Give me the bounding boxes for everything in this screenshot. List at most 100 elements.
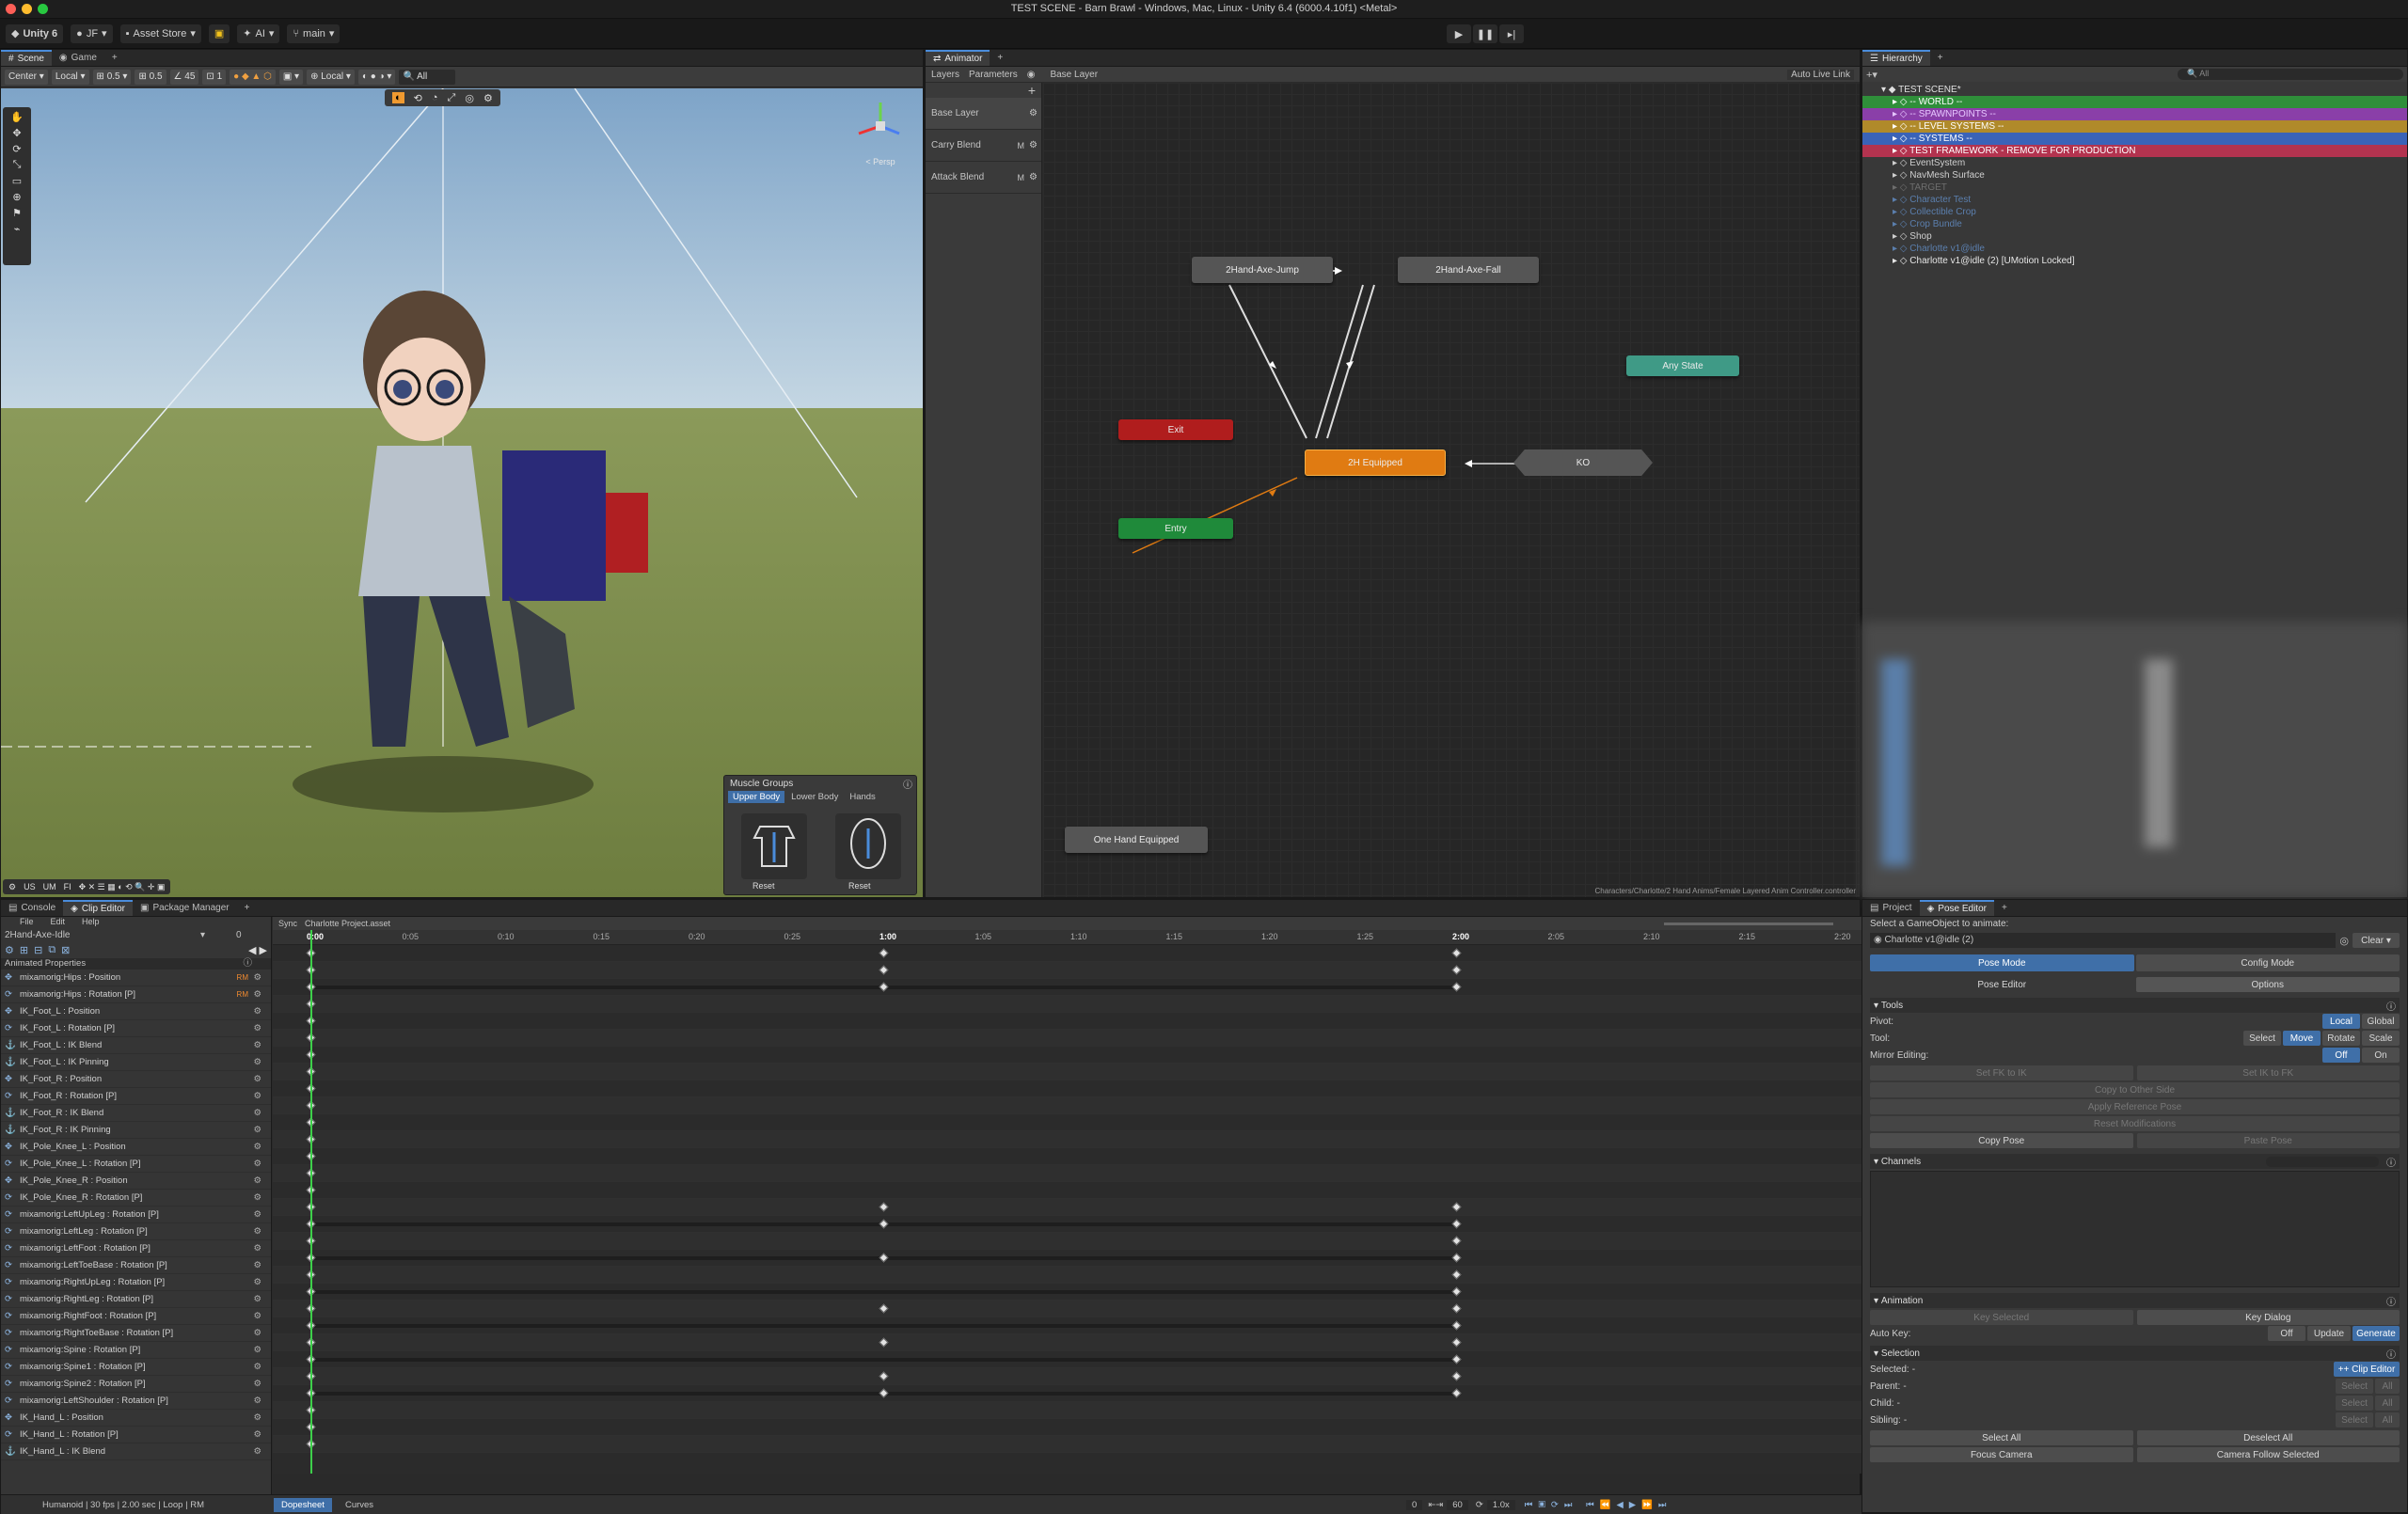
gear-icon[interactable]: ⚙ bbox=[253, 1105, 261, 1122]
track-row[interactable] bbox=[273, 1402, 1861, 1419]
gear-icon[interactable]: ⚙ bbox=[253, 986, 261, 1003]
channels-search-input[interactable] bbox=[2266, 1156, 2379, 1167]
gear-icon[interactable]: ⚙ bbox=[253, 1003, 261, 1020]
account-dropdown[interactable]: ● JF ▾ bbox=[71, 24, 113, 43]
playhead[interactable] bbox=[310, 930, 312, 1474]
channels-list[interactable] bbox=[1870, 1171, 2400, 1287]
property-row[interactable]: ⟳ mixamorig:Spine : Rotation [P] ⚙ bbox=[1, 1342, 271, 1359]
menu-edit[interactable]: Edit bbox=[51, 917, 66, 928]
gear-icon[interactable]: ⚙ bbox=[253, 1240, 261, 1257]
scene-viewport[interactable]: ◐ ⟲ ◔ ⤢ ◎ ⚙ < Persp ✋ ✥ ⟳ ⤡ ▭ ⊕ ⚑ ⌁ ⚙ US UM FI ✥ ✕ ☰… bbox=[1, 88, 923, 897]
tab-project[interactable]: ▤ Project bbox=[1862, 900, 1920, 916]
track-row[interactable] bbox=[273, 1114, 1861, 1131]
reset-button-left[interactable]: Reset bbox=[752, 881, 775, 891]
mirror-off-button[interactable]: Off bbox=[2322, 1048, 2360, 1063]
property-row[interactable]: ⚓ IK_Foot_L : IK Pinning ⚙ bbox=[1, 1054, 271, 1071]
key-dialog-button[interactable]: Key Dialog bbox=[2136, 1310, 2400, 1325]
track-row[interactable] bbox=[273, 1334, 1861, 1351]
us-button[interactable]: US bbox=[24, 882, 36, 891]
gear-icon[interactable]: ⚙ bbox=[253, 1054, 261, 1071]
render-mode-dropdown[interactable]: ▣ ▾ bbox=[278, 69, 304, 85]
overlay-icon-2[interactable]: ⟲ bbox=[414, 92, 422, 104]
hierarchy-item[interactable]: ▸ ◇ Shop bbox=[1862, 230, 2407, 243]
hand-tool-icon[interactable]: ✋ bbox=[10, 111, 24, 123]
gear-icon[interactable]: ⚙ bbox=[253, 1122, 261, 1139]
gear-icon[interactable]: ⚙ bbox=[253, 1291, 261, 1308]
track-row[interactable] bbox=[273, 1097, 1861, 1114]
snap-angle-field[interactable]: ∠ 45 bbox=[169, 69, 199, 85]
keyframe-tracks[interactable] bbox=[273, 945, 1861, 1474]
tab-pose-editor[interactable]: ◈ Pose Editor bbox=[1919, 900, 1994, 916]
tool-select-button[interactable]: Select bbox=[2243, 1031, 2281, 1046]
layer-item[interactable]: Base Layer ⚙ bbox=[926, 98, 1041, 130]
pivot-dropdown[interactable]: Center ▾ bbox=[5, 69, 48, 85]
tab-parameters[interactable]: Parameters bbox=[969, 70, 1018, 80]
pause-button[interactable]: ❚❚ bbox=[1473, 24, 1497, 43]
reset-button-right[interactable]: Reset bbox=[848, 881, 871, 891]
gear-icon[interactable]: ⚙ bbox=[1029, 140, 1038, 150]
toolbar-badge-icon[interactable]: ▣ bbox=[208, 24, 230, 43]
playback-controls-icon[interactable]: ⏮▣⟳⏭ ⏮⏪◀▶⏩⏭ bbox=[1525, 1500, 1672, 1510]
tab-clip-editor[interactable]: ◈ Clip Editor bbox=[63, 900, 133, 916]
track-row[interactable] bbox=[273, 945, 1861, 962]
track-row[interactable] bbox=[273, 1182, 1861, 1199]
property-row[interactable]: ⟳ IK_Foot_R : Rotation [P] ⚙ bbox=[1, 1088, 271, 1105]
hierarchy-item[interactable]: ▸ ◇ TEST FRAMEWORK - REMOVE FOR PRODUCTI… bbox=[1862, 145, 2407, 157]
hierarchy-item[interactable]: ▸ ◇ NavMesh Surface bbox=[1862, 169, 2407, 181]
state-2hand-axe-fall[interactable]: 2Hand-Axe-Fall bbox=[1398, 257, 1539, 283]
select-all-button[interactable]: Select All bbox=[1870, 1430, 2133, 1445]
tab-curves[interactable]: Curves bbox=[338, 1498, 381, 1512]
tool-scale-button[interactable]: Scale bbox=[2362, 1031, 2400, 1046]
help-icon[interactable]: ⓘ bbox=[2386, 999, 2396, 1013]
add-tab-button[interactable]: + bbox=[1930, 50, 1951, 66]
track-row[interactable] bbox=[273, 1368, 1861, 1385]
tools-section-header[interactable]: ▾ Tools ⓘ bbox=[1870, 998, 2400, 1013]
hierarchy-item[interactable]: ▸ ◇ Crop Bundle bbox=[1862, 218, 2407, 230]
hierarchy-item[interactable]: ▸ ◇ -- LEVEL SYSTEMS -- bbox=[1862, 120, 2407, 133]
muscle-body-icon[interactable] bbox=[724, 806, 918, 881]
play-button[interactable]: ▶ bbox=[1447, 24, 1471, 43]
parent-all-button[interactable]: All bbox=[2375, 1379, 2400, 1394]
animation-section-header[interactable]: ▾ Animation ⓘ bbox=[1870, 1293, 2400, 1308]
ai-dropdown[interactable]: ✦ AI ▾ bbox=[237, 24, 280, 43]
gear-icon[interactable]: ⚙ bbox=[253, 1410, 261, 1427]
sync-label[interactable]: Sync bbox=[278, 919, 297, 928]
tab-hands[interactable]: Hands bbox=[845, 791, 879, 803]
property-row[interactable]: ✥ IK_Hand_L : Position ⚙ bbox=[1, 1410, 271, 1427]
track-row[interactable] bbox=[273, 1284, 1861, 1301]
gear-icon[interactable]: ⚙ bbox=[253, 1037, 261, 1054]
hierarchy-item[interactable]: ▸ ◇ Charlotte v1@idle (2) [UMotion Locke… bbox=[1862, 255, 2407, 267]
gear-icon[interactable]: ⚙ bbox=[253, 1376, 261, 1393]
gear-icon[interactable]: ⚙ bbox=[253, 1257, 261, 1274]
start-frame-field[interactable]: 0 bbox=[1406, 1499, 1423, 1510]
dopesheet[interactable]: 0:00 0:05 0:10 0:15 0:20 0:25 1:00 1:05 1:10 1:15… bbox=[273, 930, 1861, 1474]
track-row[interactable] bbox=[273, 1419, 1861, 1436]
property-row[interactable]: ⟳ IK_Pole_Knee_R : Rotation [P] ⚙ bbox=[1, 1190, 271, 1206]
gear-icon[interactable]: ⚙ bbox=[253, 1359, 261, 1376]
autokey-update-button[interactable]: Update bbox=[2307, 1326, 2351, 1341]
gear-icon[interactable]: ⚙ bbox=[253, 1071, 261, 1088]
track-row[interactable] bbox=[273, 1131, 1861, 1148]
reset-modifications-button[interactable]: Reset Modifications bbox=[1870, 1116, 2400, 1131]
custom-tool-icon[interactable]: ⚑ bbox=[12, 207, 22, 219]
menu-help[interactable]: Help bbox=[82, 917, 100, 928]
track-row[interactable] bbox=[273, 1030, 1861, 1047]
copy-pose-button[interactable]: Copy Pose bbox=[1870, 1133, 2133, 1148]
deselect-all-button[interactable]: Deselect All bbox=[2136, 1430, 2400, 1445]
add-tab-button[interactable]: + bbox=[990, 50, 1010, 66]
help-icon[interactable]: ⓘ bbox=[2386, 1347, 2396, 1361]
frame-field[interactable]: 0 bbox=[236, 930, 242, 940]
gear-icon[interactable]: ⚙ bbox=[253, 1274, 261, 1291]
state-graph[interactable]: 2Hand-Axe-Jump 2Hand-Axe-Fall Any State … bbox=[1043, 83, 1860, 897]
hierarchy-tree[interactable]: ▾ ◆ TEST SCENE* ▸ ◇ -- WORLD -- ▸ ◇ -- SPA… bbox=[1862, 82, 2407, 267]
key-selected-button[interactable]: Key Selected bbox=[1870, 1310, 2133, 1325]
speed-field[interactable]: 1.0x bbox=[1486, 1499, 1515, 1510]
track-row[interactable] bbox=[273, 1385, 1861, 1402]
state-ko[interactable]: KO bbox=[1513, 449, 1653, 476]
property-row[interactable]: ⚓ IK_Foot_L : IK Blend ⚙ bbox=[1, 1037, 271, 1054]
tab-game[interactable]: ◉ Game bbox=[52, 50, 104, 66]
property-row[interactable]: ⟳ IK_Hand_L : Rotation [P] ⚙ bbox=[1, 1427, 271, 1443]
gear-icon[interactable]: ⚙ bbox=[253, 970, 261, 986]
child-all-button[interactable]: All bbox=[2375, 1396, 2400, 1411]
track-row[interactable] bbox=[273, 1013, 1861, 1030]
